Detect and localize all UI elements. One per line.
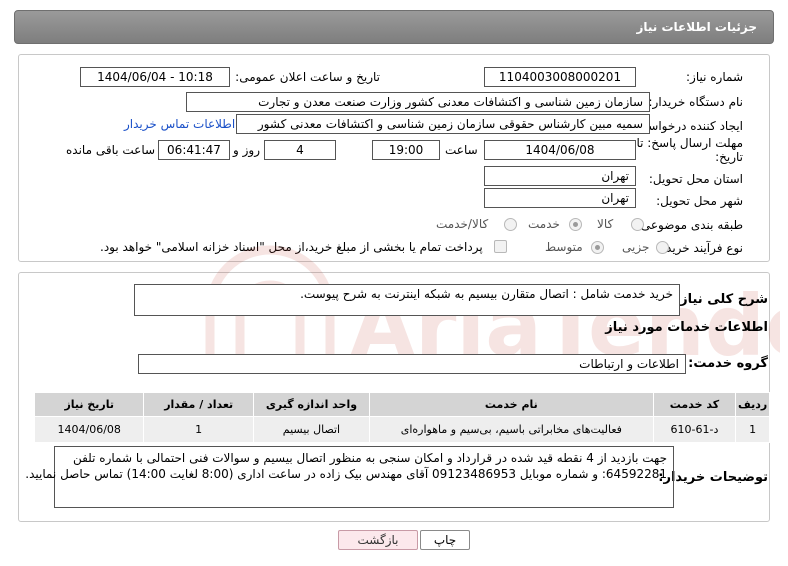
buyer-notes-line-1: جهت بازدید از 4 نقطه قید شده در قرارداد …	[72, 451, 667, 465]
process-minor-label: جزیی	[622, 240, 650, 254]
service-code-cell: د-61-610	[652, 416, 737, 443]
services-table-header: ردیف کد خدمت نام خدمت واحد اندازه گیری ت…	[33, 392, 770, 417]
remaining-time-field: 06:41:47	[158, 140, 230, 160]
buyer-contact-link[interactable]: اطلاعات تماس خریدار	[124, 117, 235, 131]
category-goods-radio[interactable]	[631, 218, 644, 231]
buyer-org-field: سازمان زمین شناسی و اکتشافات معدنی کشور …	[186, 92, 650, 112]
services-section-title: اطلاعات خدمات مورد نیاز	[605, 320, 768, 335]
buyer-notes-label: توضیحات خریدار:	[658, 470, 768, 485]
process-minor-radio[interactable]	[656, 241, 669, 254]
category-goods-label: کالا	[597, 217, 614, 231]
services-table: ردیف کد خدمت نام خدمت واحد اندازه گیری ت…	[33, 392, 770, 443]
col-unit-header: واحد اندازه گیری	[252, 392, 371, 417]
page-title-bar: جزئیات اطلاعات نیاز	[14, 10, 774, 44]
summary-label: شرح کلی نیاز:	[674, 292, 768, 307]
category-both-label: کالا/خدمت	[436, 217, 489, 231]
province-field: تهران	[484, 166, 636, 186]
col-qty-header: تعداد / مقدار	[143, 392, 254, 417]
quantity-cell: 1	[143, 416, 254, 443]
process-medium-radio[interactable]	[591, 241, 604, 254]
need-date-cell: 1404/06/08	[33, 416, 145, 443]
service-group-field: اطلاعات و ارتباطات	[138, 354, 686, 374]
table-row: 1 د-61-610 فعالیت‌های مخابراتی باسیم، بی…	[33, 416, 770, 443]
row-number-cell: 1	[735, 416, 770, 443]
unit-cell: اتصال بیسیم	[252, 416, 371, 443]
deadline-time-label: ساعت	[445, 143, 478, 157]
deadline-label-date: تاریخ:	[715, 150, 743, 164]
need-number-field: 1104003008000201	[484, 67, 636, 87]
announce-date-label: تاریخ و ساعت اعلان عمومی:	[235, 70, 380, 84]
days-remaining-field: 4	[264, 140, 336, 160]
col-name-header: نام خدمت	[369, 392, 654, 417]
announce-date-field: 1404/06/04 - 10:18	[80, 67, 230, 87]
print-button[interactable]: چاپ	[420, 530, 470, 550]
page-title: جزئیات اطلاعات نیاز	[636, 20, 757, 34]
process-type-label: نوع فرآیند خرید :	[658, 241, 743, 255]
need-number-label: شماره نیاز:	[686, 70, 743, 84]
col-row-header: ردیف	[735, 392, 770, 417]
service-group-label: گروه خدمت:	[688, 356, 768, 371]
deadline-date-field: 1404/06/08	[484, 140, 636, 160]
category-label: طبقه بندی موضوعی:	[636, 218, 743, 232]
treasury-payment-checkbox[interactable]	[494, 240, 507, 253]
treasury-payment-note: پرداخت تمام یا بخشی از مبلغ خرید،از محل …	[100, 240, 483, 254]
deadline-time-field: 19:00	[372, 140, 440, 160]
process-medium-label: متوسط	[545, 240, 583, 254]
buyer-notes-line-2: 64592281: و شماره موبایل 09123486953 آقا…	[25, 467, 667, 481]
category-both-radio[interactable]	[504, 218, 517, 231]
summary-field: خرید خدمت شامل : اتصال متقارن بیسیم به ش…	[134, 284, 680, 316]
city-field: تهران	[484, 188, 636, 208]
service-name-cell: فعالیت‌های مخابراتی باسیم، بی‌سیم و ماهو…	[369, 416, 654, 443]
creator-field: سمیه مبین کارشناس حقوقی سازمان زمین شناس…	[236, 114, 650, 134]
col-date-header: تاریخ نیاز	[33, 392, 145, 417]
col-code-header: کد خدمت	[652, 392, 737, 417]
category-service-radio[interactable]	[569, 218, 582, 231]
deadline-label: مهلت ارسال پاسخ: تا	[636, 136, 743, 150]
buyer-notes-field: جهت بازدید از 4 نقطه قید شده در قرارداد …	[25, 446, 674, 508]
buyer-org-label: نام دستگاه خریدار:	[648, 95, 744, 109]
days-label: روز و	[233, 143, 260, 157]
city-label: شهر محل تحویل:	[656, 194, 743, 208]
province-label: استان محل تحویل:	[648, 172, 743, 186]
category-service-label: خدمت	[528, 217, 560, 231]
remaining-time-label: ساعت باقی مانده	[66, 143, 156, 157]
back-button[interactable]: بازگشت	[338, 530, 418, 550]
